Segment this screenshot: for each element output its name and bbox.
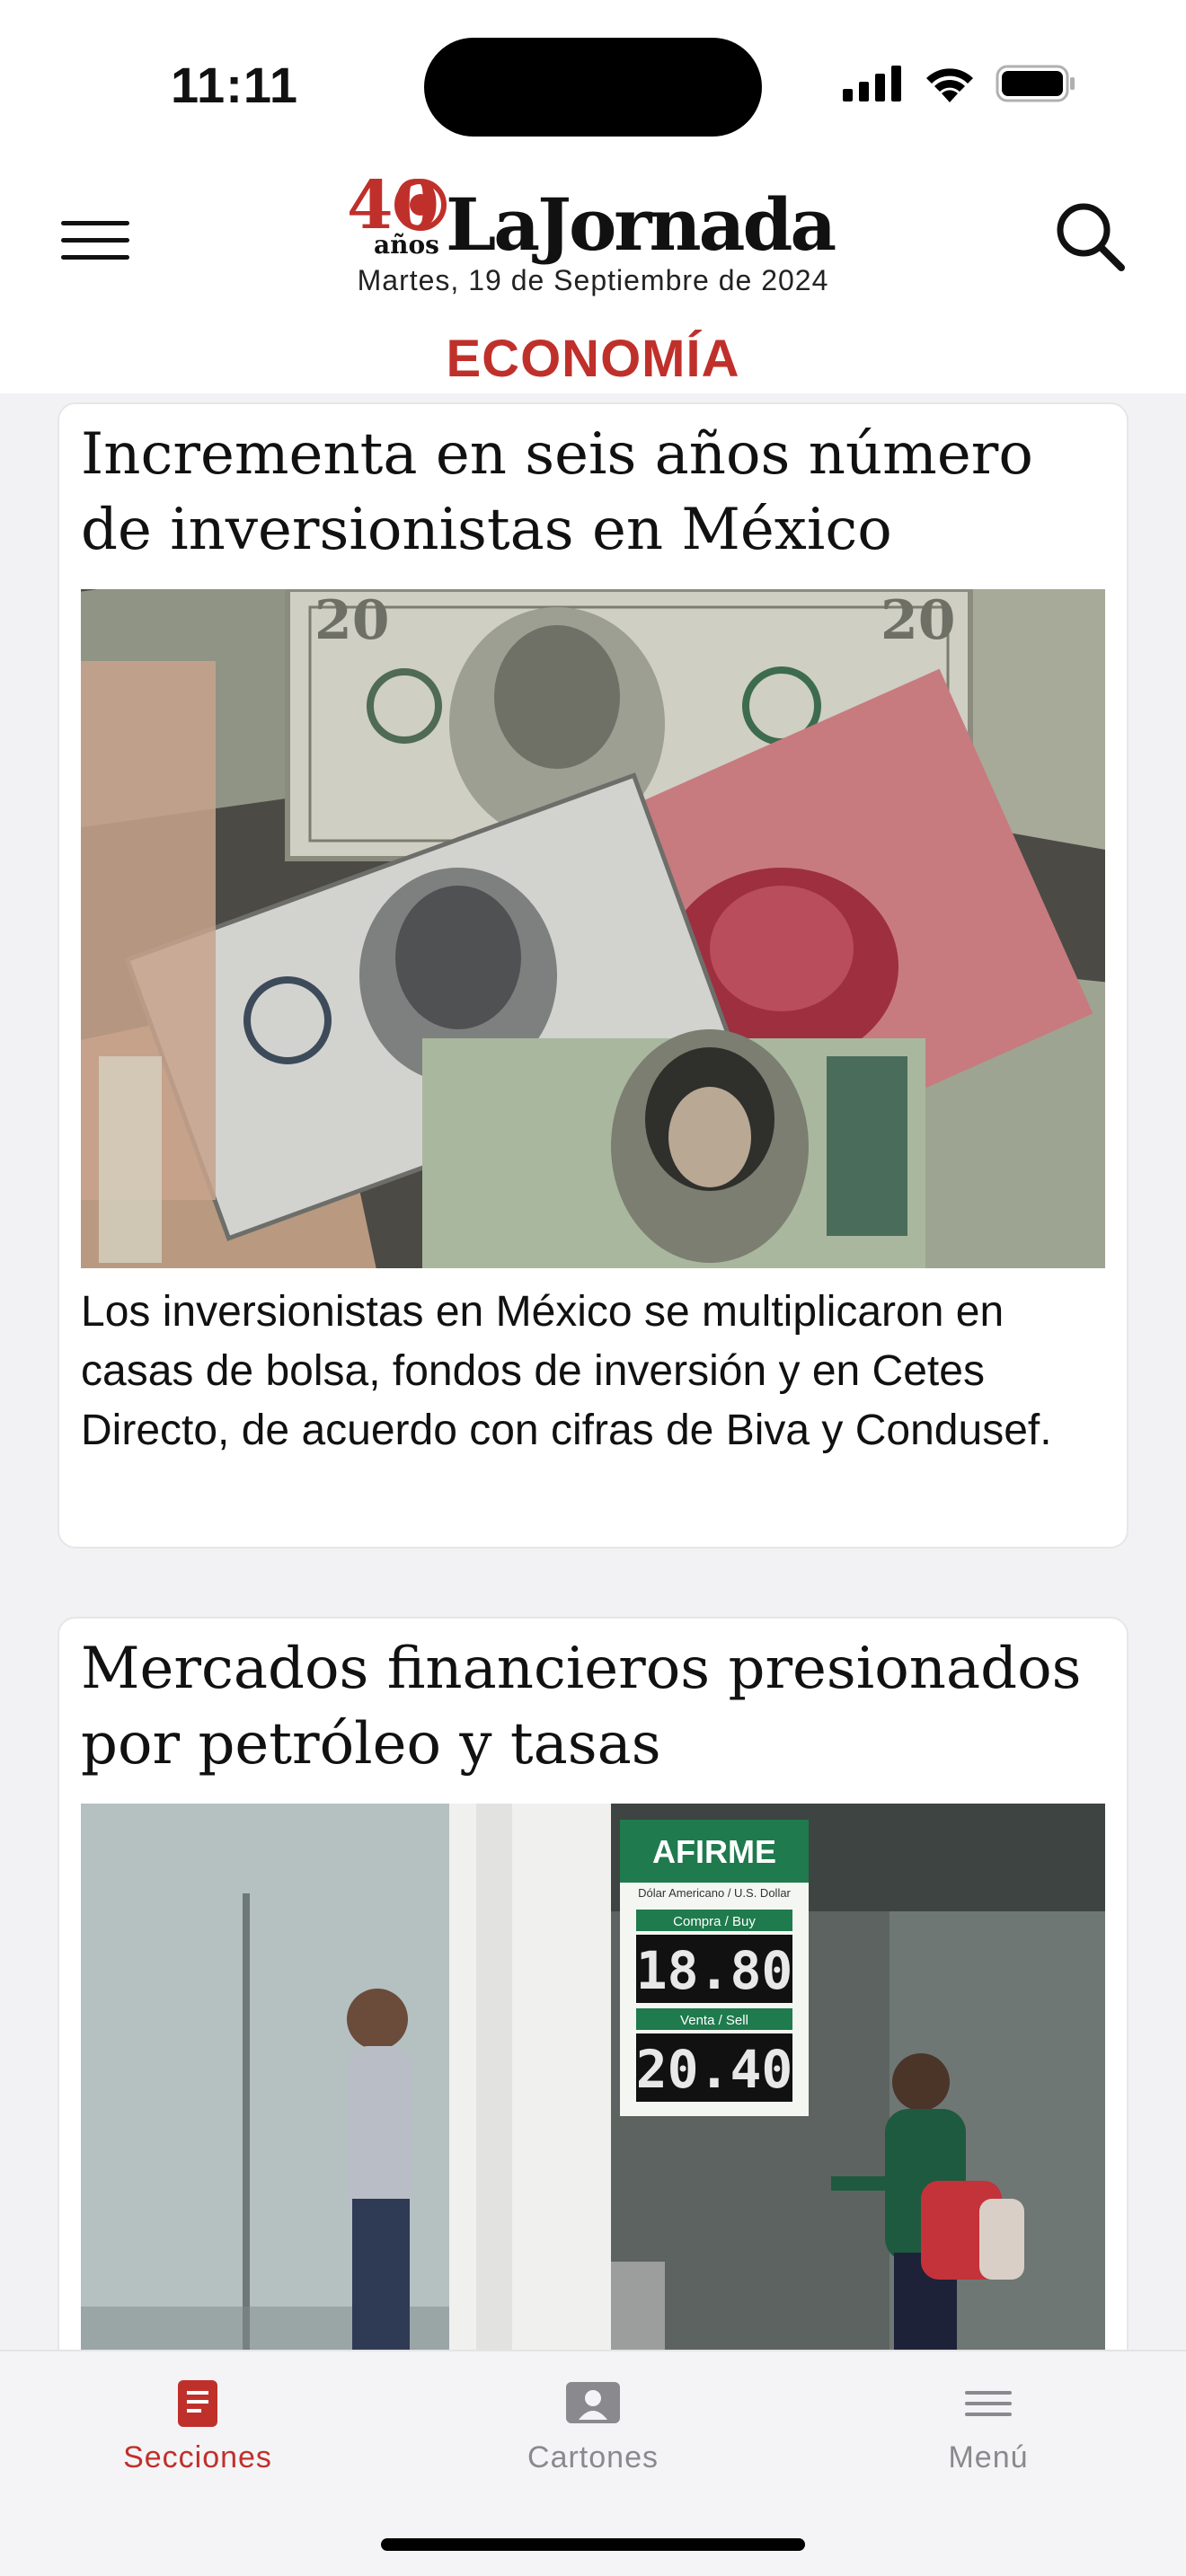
tab-label: Menú xyxy=(948,2440,1029,2475)
cartoon-icon xyxy=(566,2382,620,2423)
article-title[interactable]: Mercados financieros presionados por pet… xyxy=(59,1619,1127,1782)
banknotes-photo[interactable]: 20 20 xyxy=(81,589,1105,1268)
tab-secciones[interactable]: Secciones xyxy=(81,2380,314,2475)
book-icon xyxy=(178,2380,217,2427)
svg-text:20: 20 xyxy=(881,589,956,652)
sign-sell-value: 20.40 xyxy=(636,2039,793,2100)
tab-label: Secciones xyxy=(123,2440,272,2475)
sign-subtitle: Dólar Americano / U.S. Dollar xyxy=(638,1886,791,1900)
logo-years: años xyxy=(374,230,439,260)
logo-name: LaJornada xyxy=(446,182,835,267)
dynamic-island xyxy=(424,38,762,137)
app-header: 40 años LaJornada Martes, 19 de Septiemb… xyxy=(0,171,1186,393)
menu-lines-icon xyxy=(965,2391,1012,2416)
article-summary: Los inversionistas en México se multipli… xyxy=(81,1288,1052,1454)
article-title[interactable]: Incrementa en seis años número de invers… xyxy=(59,404,1127,568)
home-indicator[interactable] xyxy=(381,2538,805,2551)
svg-text:20: 20 xyxy=(314,589,390,652)
article-card[interactable]: Incrementa en seis años número de invers… xyxy=(58,402,1128,1548)
sign-brand: AFIRME xyxy=(652,1833,776,1870)
la-jornada-logo[interactable]: 40 años LaJornada xyxy=(347,171,850,269)
status-time: 11:11 xyxy=(171,57,299,113)
search-icon[interactable] xyxy=(1053,199,1127,273)
hamburger-menu-icon[interactable] xyxy=(61,221,129,266)
sign-buy-label: Compra / Buy xyxy=(673,1914,756,1929)
section-title: ECONOMÍA xyxy=(446,330,740,388)
cellular-icon xyxy=(843,66,901,101)
battery-icon xyxy=(996,65,1075,102)
tab-menu[interactable]: Menú xyxy=(872,2380,1105,2475)
tab-cartones[interactable]: Cartones xyxy=(476,2380,710,2475)
status-bar: 11:11 xyxy=(0,0,1186,171)
wifi-icon xyxy=(926,68,973,102)
sign-sell-label: Venta / Sell xyxy=(680,2013,748,2028)
sign-buy-value: 18.80 xyxy=(636,1940,793,2001)
tab-label: Cartones xyxy=(527,2440,659,2475)
status-icons xyxy=(843,65,1076,102)
header-date: Martes, 19 de Septiembre de 2024 xyxy=(357,264,829,296)
